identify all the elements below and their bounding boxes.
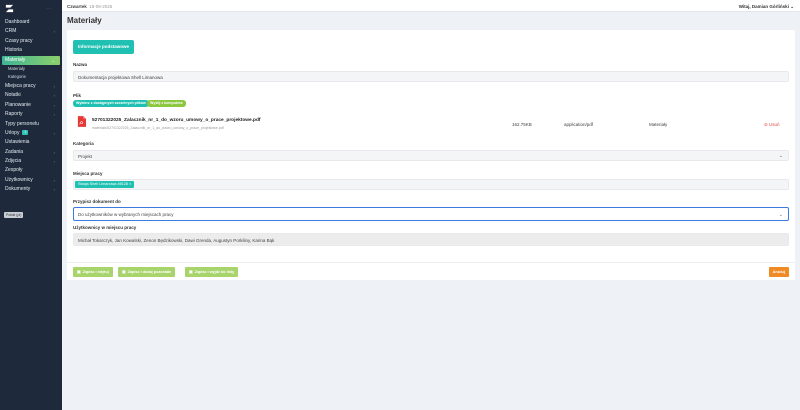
sidebar: ...... Dashboard CRM › Czasy pracy Histor… <box>0 0 62 410</box>
brand-logo-icon[interactable] <box>5 4 14 13</box>
choose-existing-file-button[interactable]: Wybierz z dostępnych szczelnych plików <box>73 100 149 107</box>
chevron-right-icon: › <box>53 112 55 118</box>
save-and-edit-button[interactable]: ▣ Zapisz i edytuj <box>73 267 113 277</box>
tab-basic-info[interactable]: Informacje podstawowe <box>73 40 135 54</box>
chevron-right-icon: › <box>53 159 55 165</box>
file-mime-type: application/pdf <box>564 122 594 127</box>
sidebar-item-typy-personelu[interactable]: Typy personelu <box>0 120 62 129</box>
users-field: Michał Tokarczyk, Jan Kowalski, Zenon Bę… <box>73 233 789 246</box>
ban-icon: ⊘ <box>764 122 768 127</box>
chevron-right-icon: › <box>53 93 55 99</box>
material-form: Informacje podstawowe Nazwa Dokumentacja… <box>67 30 795 280</box>
sidebar-item-crm[interactable]: CRM › <box>0 27 62 36</box>
sidebar-item-ustawienia[interactable]: Ustawienia <box>0 138 62 147</box>
chevron-right-icon: › <box>53 102 55 108</box>
sidebar-item-zadania[interactable]: Zadania › <box>0 148 62 157</box>
user-menu[interactable]: Witaj, Damian Górliński ⌄ <box>739 4 794 10</box>
save-and-exit-button[interactable]: ▣ Zapisz i wyjdź do listy <box>185 267 239 277</box>
sidebar-subitem-kategorie[interactable]: Kategorie <box>0 73 62 82</box>
upload-from-computer-button[interactable]: Wyślij z komputera <box>147 100 186 107</box>
topbar: Czwartek 18-09-2025 Witaj, Damian Górliń… <box>62 0 800 12</box>
chevron-right-icon: › <box>53 149 55 155</box>
chevron-right-icon: › <box>53 187 55 193</box>
current-date: Czwartek 18-09-2025 <box>67 3 113 9</box>
sidebar-item-notatki[interactable]: Notatki › <box>0 91 62 100</box>
sidebar-item-urlopy[interactable]: Urlopy 1 › <box>0 129 62 138</box>
chevron-right-icon: › <box>53 29 55 35</box>
language-selector[interactable]: Polski (pl) <box>4 212 24 218</box>
file-path: materials/52701322025_Zalacznik_nr_1_do_… <box>92 126 224 130</box>
file-name[interactable]: 52701322025_Zalacznik_nr_1_do_wzoru_umow… <box>92 118 261 123</box>
sidebar-nav: Dashboard CRM › Czasy pracy Historia Mate… <box>0 18 62 195</box>
sidebar-item-historia[interactable]: Historia <box>0 46 62 55</box>
chevron-right-icon: › <box>53 83 55 89</box>
assign-select[interactable]: Do użytkowników w wybranych miejscach pr… <box>73 207 789 221</box>
chevron-down-icon: ⌄ <box>778 212 783 218</box>
save-icon: ▣ <box>189 270 193 274</box>
chevron-down-icon: ⌄ <box>51 57 55 63</box>
workplace-label: Miejsca pracy <box>73 171 103 176</box>
sidebar-item-zespoly[interactable]: Zespoły <box>0 166 62 175</box>
sidebar-item-materialy[interactable]: Materiały ⌄ <box>2 55 60 65</box>
delete-file-button[interactable]: ⊘ Usuń <box>764 122 780 128</box>
sidebar-subitem-materialy[interactable]: Materiały <box>0 65 62 74</box>
cancel-button[interactable]: Anuluj <box>768 267 789 277</box>
save-icon: ▣ <box>122 270 126 274</box>
sidebar-item-dokumenty[interactable]: Dokumenty › <box>0 185 62 194</box>
chevron-down-icon: ⌄ <box>778 153 783 159</box>
chevron-right-icon: › <box>53 177 55 183</box>
save-and-add-button[interactable]: ▣ Zapisz i dodaj pozostałe <box>118 267 176 277</box>
collapse-toggle[interactable]: ...... <box>46 6 52 10</box>
category-label: Kategoria <box>73 141 94 146</box>
notification-badge: 1 <box>22 130 29 136</box>
chevron-down-icon: ⌄ <box>790 3 794 9</box>
save-icon: ▣ <box>77 270 81 274</box>
sidebar-item-planowanie[interactable]: Planowanie › <box>0 101 62 110</box>
file-label: Plik <box>73 93 82 98</box>
assign-label: Przypisz dokument do <box>73 199 121 204</box>
pdf-file-icon <box>77 116 86 127</box>
chevron-right-icon: › <box>53 130 55 136</box>
file-size: 162.75KB <box>512 122 532 127</box>
users-label: Użytkownicy w miejscu pracy <box>73 225 137 230</box>
file-category: Materiały <box>649 122 668 127</box>
workplace-multiselect[interactable] <box>73 179 789 190</box>
form-actions: ▣ Zapisz i edytuj ▣ Zapisz i dodaj pozosta… <box>67 262 795 280</box>
page-title: Materiały <box>67 16 102 25</box>
sidebar-item-czasy-pracy[interactable]: Czasy pracy <box>0 37 62 46</box>
sidebar-item-dashboard[interactable]: Dashboard <box>0 18 62 27</box>
close-icon[interactable]: × <box>129 182 131 186</box>
name-label: Nazwa <box>73 62 88 67</box>
name-input[interactable]: Dokumentacja projektowa Shell Limanowa <box>73 71 789 82</box>
workplace-chip[interactable]: Stacja Shell Limanowa #8128 × <box>75 181 135 188</box>
sidebar-item-uzytkownicy[interactable]: Użytkownicy › <box>0 176 62 185</box>
sidebar-item-zdjecia[interactable]: Zdjęcia › <box>0 157 62 166</box>
sidebar-item-miejsca-pracy[interactable]: Miejsca pracy › <box>0 82 62 91</box>
category-select[interactable]: Projekt ⌄ <box>73 150 789 161</box>
sidebar-item-raporty[interactable]: Raporty › <box>0 110 62 119</box>
